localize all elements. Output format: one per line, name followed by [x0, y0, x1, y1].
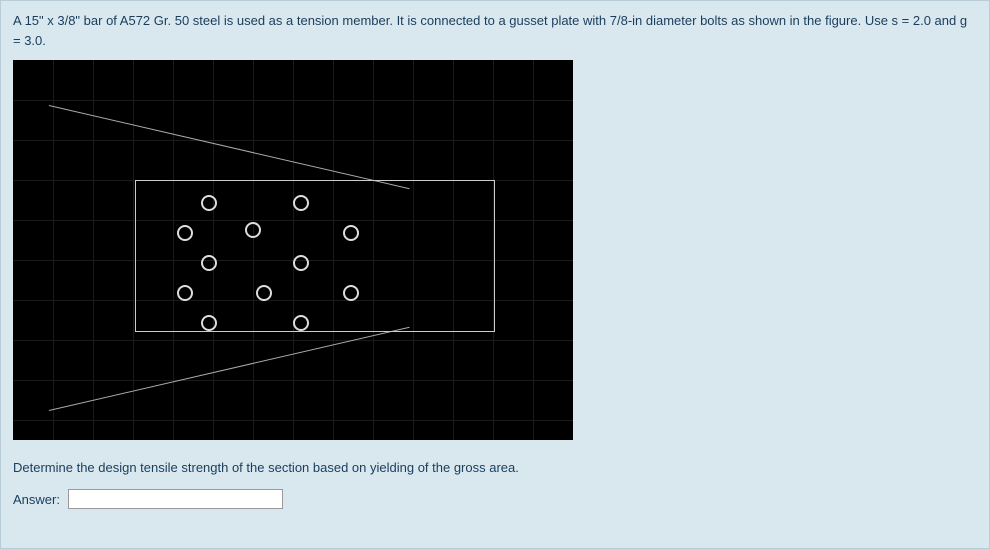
bolt-hole: [256, 285, 272, 301]
question-container: A 15" x 3/8" bar of A572 Gr. 50 steel is…: [0, 0, 990, 549]
answer-label: Answer:: [13, 492, 60, 507]
bolt-hole: [293, 315, 309, 331]
prompt-text: Determine the design tensile strength of…: [13, 460, 977, 475]
tension-member-plate: [135, 180, 495, 332]
bolt-hole: [245, 222, 261, 238]
figure-diagram: [13, 60, 573, 440]
bolt-hole: [343, 225, 359, 241]
bolt-hole: [343, 285, 359, 301]
bolt-hole: [177, 285, 193, 301]
gusset-line-top: [49, 105, 410, 189]
bolt-hole: [201, 255, 217, 271]
bolt-hole: [177, 225, 193, 241]
bolt-hole: [293, 255, 309, 271]
bolt-hole: [201, 315, 217, 331]
answer-row: Answer:: [13, 489, 977, 509]
question-text: A 15" x 3/8" bar of A572 Gr. 50 steel is…: [13, 11, 977, 50]
answer-input[interactable]: [68, 489, 283, 509]
bolt-hole: [201, 195, 217, 211]
bolt-hole: [293, 195, 309, 211]
